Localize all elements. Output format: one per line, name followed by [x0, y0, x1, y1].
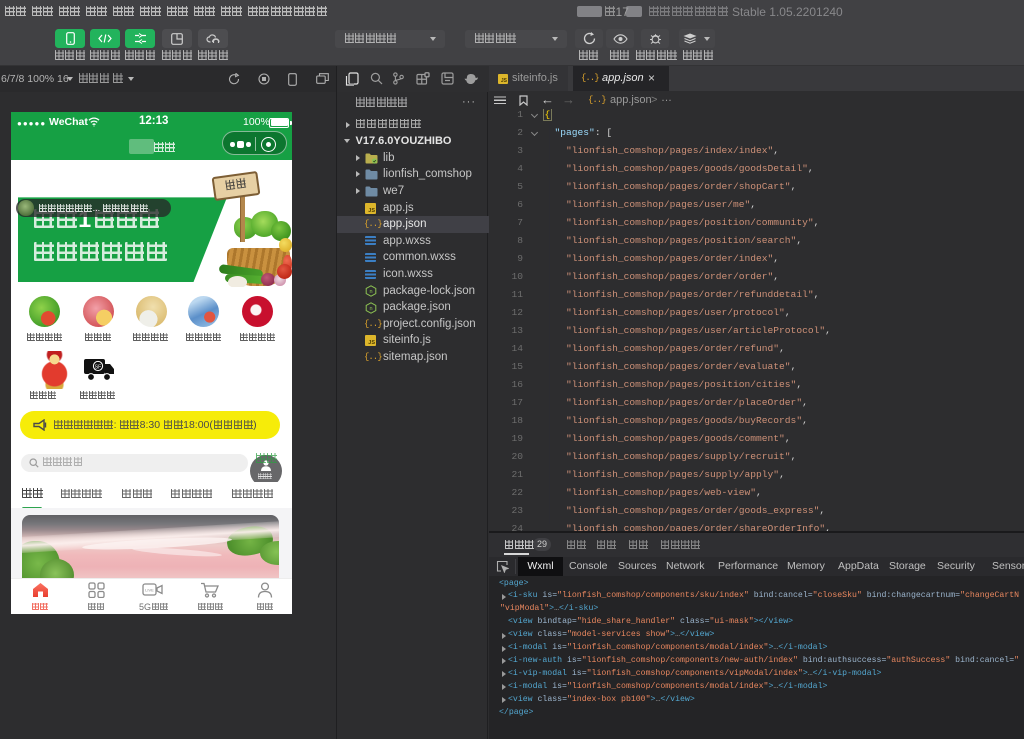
svg-text:n: n	[369, 289, 372, 295]
svg-text:SF: SF	[95, 365, 101, 371]
svg-text:LIVE: LIVE	[145, 588, 154, 593]
svg-text:n: n	[369, 306, 372, 312]
